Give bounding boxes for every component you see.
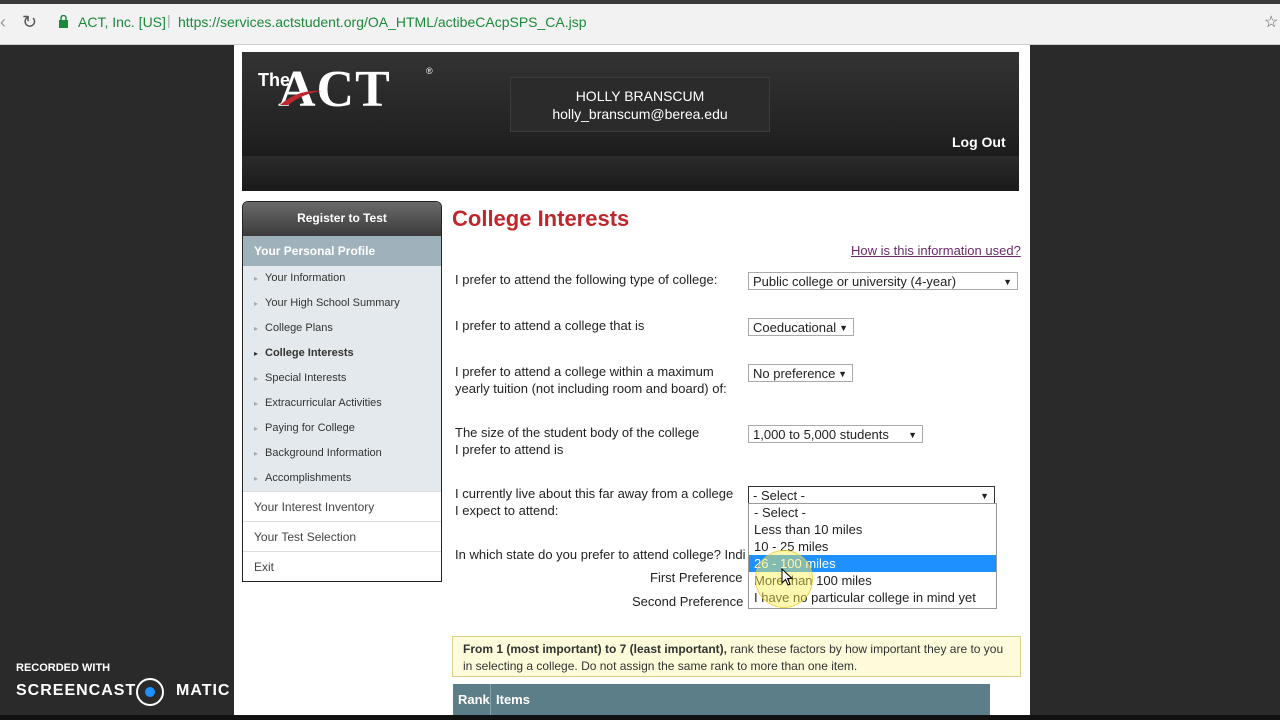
- select-value: No preference: [753, 366, 836, 381]
- bullet-icon: ▸: [254, 399, 259, 408]
- sidebar-item-high-school-summary[interactable]: ▸ Your High School Summary: [243, 291, 441, 316]
- user-email: holly_branscum@berea.edu: [552, 106, 728, 122]
- dropdown-arrow-icon: ▼: [1003, 277, 1012, 287]
- tab-strip: [0, 0, 1280, 4]
- sidebar-item-label: Background Information: [265, 447, 382, 459]
- distance-label-line2: I expect to attend:: [455, 503, 559, 518]
- question-college-type-label: I prefer to attend the following type of…: [455, 272, 718, 287]
- select-value: - Select -: [753, 488, 806, 503]
- sidebar-item-label: Special Interests: [265, 372, 347, 384]
- back-icon[interactable]: ‹: [0, 12, 10, 32]
- how-info-used-link[interactable]: How is this information used?: [851, 243, 1021, 258]
- student-body-select[interactable]: 1,000 to 5,000 students ▼: [748, 425, 923, 443]
- bullet-icon: ▸: [254, 324, 259, 333]
- sidebar-item-college-plans[interactable]: ▸ College Plans: [243, 316, 441, 341]
- bullet-icon: ▸: [254, 299, 259, 308]
- sidebar-item-paying-for-college[interactable]: ▸ Paying for College: [243, 416, 441, 441]
- bullet-icon: ▸: [254, 424, 259, 433]
- bullet-icon: ▸: [254, 274, 259, 283]
- reload-icon[interactable]: ↻: [22, 11, 42, 33]
- sidebar-nav: Register to Test Your Personal Profile ▸…: [242, 201, 442, 582]
- bullet-icon: ▸: [254, 374, 259, 383]
- student-body-label-line2: I prefer to attend is: [455, 442, 564, 457]
- bullet-icon: ▸: [254, 349, 259, 358]
- watermark-brand-right: MATIC: [176, 682, 231, 699]
- first-preference-label: First Preference: [650, 570, 743, 585]
- sidebar-item-label: College Interests: [265, 347, 354, 359]
- sidebar-item-label: Extracurricular Activities: [265, 397, 382, 409]
- sidebar-item-your-information[interactable]: ▸ Your Information: [243, 266, 441, 291]
- tuition-select[interactable]: No preference ▼: [748, 364, 853, 382]
- watermark-recorded-text: RECORDED WITH: [16, 662, 111, 674]
- sidebar-item-label: Your Information: [265, 272, 346, 284]
- second-preference-label: Second Preference: [632, 594, 744, 609]
- sidebar-item-label: Your High School Summary: [265, 297, 400, 309]
- logout-link[interactable]: Log Out: [952, 134, 1006, 150]
- taskbar: [0, 715, 1280, 720]
- rank-instructions: From 1 (most important) to 7 (least impo…: [452, 636, 1021, 677]
- sidebar-item-interest-inventory[interactable]: Your Interest Inventory: [243, 491, 441, 521]
- college-type-select[interactable]: Public college or university (4-year) ▼: [748, 272, 1018, 290]
- logo-swoosh-icon: [280, 90, 322, 105]
- question-distance-label: I currently live about this far away fro…: [455, 485, 733, 519]
- question-student-body-label: The size of the student body of the coll…: [455, 424, 699, 458]
- browser-toolbar: ‹ ↻ ACT, Inc. [US] | https://services.ac…: [0, 0, 1280, 45]
- dropdown-arrow-icon: ▼: [908, 430, 917, 440]
- sidebar-subnav: ▸ Your Information ▸ Your High School Su…: [243, 266, 441, 491]
- logo-registered-mark: ®: [426, 66, 433, 76]
- tuition-label-line2: yearly tuition (not including room and b…: [455, 381, 727, 396]
- sidebar-item-label: Accomplishments: [265, 472, 352, 484]
- mouse-cursor-icon: [781, 568, 793, 586]
- header-band: [242, 156, 1019, 191]
- sidebar-item-background-information[interactable]: ▸ Background Information: [243, 441, 441, 466]
- question-tuition-label: I prefer to attend a college within a ma…: [455, 363, 727, 397]
- dropdown-option[interactable]: - Select -: [749, 504, 996, 521]
- dropdown-arrow-icon: ▼: [838, 369, 847, 379]
- register-to-test-button[interactable]: Register to Test: [243, 202, 441, 236]
- select-value: 1,000 to 5,000 students: [753, 427, 889, 442]
- address-bar[interactable]: https://services.actstudent.org/OA_HTML/…: [178, 14, 587, 30]
- select-value: Public college or university (4-year): [753, 274, 957, 289]
- column-separator: [490, 684, 491, 715]
- coeducational-select[interactable]: Coeducational ▼: [748, 318, 854, 336]
- url-divider: |: [167, 12, 171, 28]
- sidebar-item-accomplishments[interactable]: ▸ Accomplishments: [243, 466, 441, 491]
- rank-instructions-bold: From 1 (most important) to 7 (least impo…: [463, 642, 728, 656]
- site-identity[interactable]: ACT, Inc. [US]: [78, 14, 166, 30]
- sidebar-item-exit[interactable]: Exit: [243, 551, 441, 581]
- distance-select[interactable]: - Select - ▼: [748, 486, 995, 504]
- bullet-icon: ▸: [254, 474, 259, 483]
- sidebar-item-college-interests[interactable]: ▸ College Interests: [243, 341, 441, 366]
- sidebar-item-test-selection[interactable]: Your Test Selection: [243, 521, 441, 551]
- screencast-watermark: RECORDED WITH SCREENCAST MATIC: [16, 662, 229, 706]
- bullet-icon: ▸: [254, 449, 259, 458]
- page-title: College Interests: [452, 206, 630, 231]
- watermark-brand-left: SCREENCAST: [16, 682, 137, 699]
- sidebar-section-personal-profile[interactable]: Your Personal Profile: [243, 236, 441, 266]
- distance-label-line1: I currently live about this far away fro…: [455, 486, 734, 501]
- items-column-header: Items: [496, 692, 530, 707]
- sidebar-item-special-interests[interactable]: ▸ Special Interests: [243, 366, 441, 391]
- tuition-label-line1: I prefer to attend a college within a ma…: [455, 364, 714, 379]
- user-info-box: HOLLY BRANSCUM holly_branscum@berea.edu: [510, 77, 770, 132]
- question-college-gender-label: I prefer to attend a college that is: [455, 318, 645, 333]
- rank-table-header: Rank Items: [453, 684, 990, 715]
- lock-icon: [59, 15, 68, 28]
- sidebar-item-extracurricular[interactable]: ▸ Extracurricular Activities: [243, 391, 441, 416]
- rank-column-header: Rank: [458, 692, 490, 707]
- dropdown-arrow-icon: ▼: [839, 323, 848, 333]
- screencast-logo-icon: [136, 678, 164, 706]
- user-name: HOLLY BRANSCUM: [575, 88, 705, 104]
- student-body-label-line1: The size of the student body of the coll…: [455, 425, 700, 440]
- dropdown-option[interactable]: Less than 10 miles: [749, 521, 996, 538]
- select-value: Coeducational: [753, 320, 837, 335]
- question-state-label: In which state do you prefer to attend c…: [455, 547, 746, 562]
- sidebar-item-label: College Plans: [265, 322, 333, 334]
- site-header: The ACT ® HOLLY BRANSCUM holly_branscum@…: [242, 52, 1019, 191]
- bookmark-star-icon[interactable]: ☆: [1264, 12, 1278, 32]
- sidebar-item-label: Paying for College: [265, 422, 355, 434]
